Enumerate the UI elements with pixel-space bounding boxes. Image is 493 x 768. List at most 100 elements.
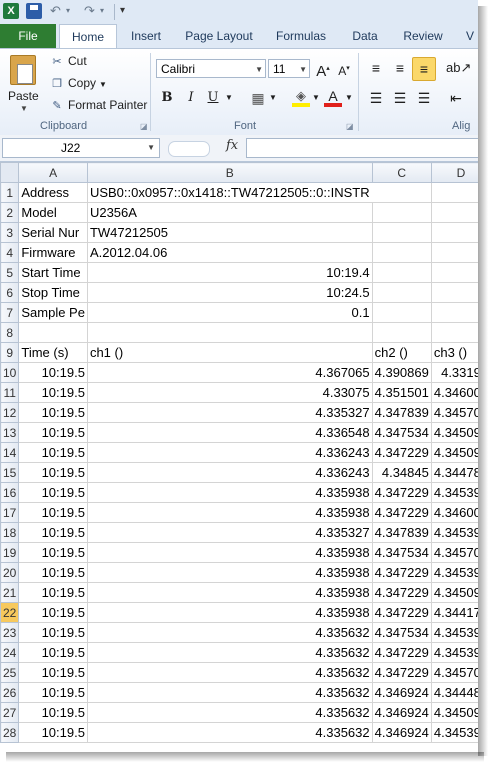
cell-a23[interactable]: 10:19.5: [18, 622, 88, 643]
cell-c4[interactable]: [371, 242, 432, 263]
cell-d17[interactable]: 4.346008: [430, 502, 478, 523]
cell-b8[interactable]: [86, 322, 373, 343]
underline-dropdown-icon[interactable]: ▼: [224, 89, 234, 107]
undo-icon[interactable]: ↶: [50, 3, 61, 19]
column-header-b[interactable]: B: [86, 162, 373, 183]
cell-b6[interactable]: 10:24.5: [86, 282, 373, 303]
align-left-icon[interactable]: ☰: [366, 89, 386, 107]
fill-color-icon[interactable]: ◈: [292, 87, 310, 107]
cell-a1[interactable]: Address: [18, 182, 88, 203]
cell-d10[interactable]: 4.33197: [430, 362, 478, 383]
align-center-icon[interactable]: ☰: [390, 89, 410, 107]
cell-c27[interactable]: 4.346924: [371, 702, 432, 723]
row-header[interactable]: 25: [0, 662, 20, 683]
cell-d27[interactable]: 4.345093: [430, 702, 478, 723]
save-icon[interactable]: [26, 3, 42, 19]
cell-c7[interactable]: [371, 302, 432, 323]
cell-c10[interactable]: 4.390869: [371, 362, 432, 383]
cell-b20[interactable]: 4.335938: [86, 562, 373, 583]
cell-d3[interactable]: [430, 222, 478, 243]
cell-a21[interactable]: 10:19.5: [18, 582, 88, 603]
row-header[interactable]: 11: [0, 382, 20, 403]
cell-b17[interactable]: 4.335938: [86, 502, 373, 523]
cell-d14[interactable]: 4.345093: [430, 442, 478, 463]
cell-c9[interactable]: ch2 (): [371, 342, 432, 363]
cell-c23[interactable]: 4.347534: [371, 622, 432, 643]
cell-b4[interactable]: A.2012.04.06: [86, 242, 373, 263]
cell-a11[interactable]: 10:19.5: [18, 382, 88, 403]
underline-icon[interactable]: U: [206, 89, 220, 107]
font-dialog-launcher-icon[interactable]: ◪: [346, 122, 354, 131]
format-painter-button[interactable]: ✎ Format Painter: [50, 96, 147, 114]
paste-dropdown-icon[interactable]: ▼: [20, 104, 28, 113]
cell-a25[interactable]: 10:19.5: [18, 662, 88, 683]
row-header[interactable]: 10: [0, 362, 20, 383]
cell-c25[interactable]: 4.347229: [371, 662, 432, 683]
cell-b24[interactable]: 4.335632: [86, 642, 373, 663]
font-color-dropdown-icon[interactable]: ▼: [344, 89, 354, 107]
row-header[interactable]: 15: [0, 462, 20, 483]
cell-c19[interactable]: 4.347534: [371, 542, 432, 563]
cell-a10[interactable]: 10:19.5: [18, 362, 88, 383]
cell-c18[interactable]: 4.347839: [371, 522, 432, 543]
cell-c14[interactable]: 4.347229: [371, 442, 432, 463]
cell-b5[interactable]: 10:19.4: [86, 262, 373, 283]
cell-c13[interactable]: 4.347534: [371, 422, 432, 443]
cell-a13[interactable]: 10:19.5: [18, 422, 88, 443]
copy-dropdown-icon[interactable]: ▼: [99, 80, 107, 89]
cell-c28[interactable]: 4.346924: [371, 722, 432, 743]
tab-view[interactable]: V: [462, 24, 478, 48]
tab-data[interactable]: Data: [344, 24, 386, 48]
cell-d12[interactable]: 4.345703: [430, 402, 478, 423]
cell-d8[interactable]: [430, 322, 478, 343]
cell-a20[interactable]: 10:19.5: [18, 562, 88, 583]
cell-c6[interactable]: [371, 282, 432, 303]
cell-b10[interactable]: 4.367065: [86, 362, 373, 383]
cell-a16[interactable]: 10:19.5: [18, 482, 88, 503]
cell-d15[interactable]: 4.344788: [430, 462, 478, 483]
row-header[interactable]: 5: [0, 262, 20, 283]
cell-b28[interactable]: 4.335632: [86, 722, 373, 743]
row-header[interactable]: 21: [0, 582, 20, 603]
formula-input[interactable]: [246, 138, 478, 158]
cell-a2[interactable]: Model: [18, 202, 88, 223]
cell-d4[interactable]: [430, 242, 478, 263]
row-header[interactable]: 3: [0, 222, 20, 243]
cell-a24[interactable]: 10:19.5: [18, 642, 88, 663]
name-box[interactable]: J22 ▼: [2, 138, 160, 158]
cell-a22[interactable]: 10:19.5: [18, 602, 88, 623]
cell-d6[interactable]: [430, 282, 478, 303]
cell-a6[interactable]: Stop Time: [18, 282, 88, 303]
cell-a5[interactable]: Start Time: [18, 262, 88, 283]
cell-c8[interactable]: [371, 322, 432, 343]
cell-d28[interactable]: 4.345398: [430, 722, 478, 743]
insert-function-icon[interactable]: fx: [226, 138, 238, 153]
cell-c11[interactable]: 4.351501: [371, 382, 432, 403]
font-color-icon[interactable]: A: [324, 87, 342, 107]
cell-b2[interactable]: U2356A: [86, 202, 373, 223]
row-header[interactable]: 23: [0, 622, 20, 643]
cell-d7[interactable]: [430, 302, 478, 323]
cell-d25[interactable]: 4.345703: [430, 662, 478, 683]
select-all-corner[interactable]: [0, 162, 20, 183]
borders-dropdown-icon[interactable]: ▼: [268, 89, 278, 107]
row-header[interactable]: 8: [0, 322, 20, 343]
row-header[interactable]: 9: [0, 342, 20, 363]
row-header[interactable]: 2: [0, 202, 20, 223]
cell-b12[interactable]: 4.335327: [86, 402, 373, 423]
tab-home[interactable]: Home: [59, 24, 117, 50]
cell-c22[interactable]: 4.347229: [371, 602, 432, 623]
bold-icon[interactable]: B: [160, 89, 174, 107]
cell-c24[interactable]: 4.347229: [371, 642, 432, 663]
cell-c20[interactable]: 4.347229: [371, 562, 432, 583]
cell-b13[interactable]: 4.336548: [86, 422, 373, 443]
cell-d23[interactable]: 4.345398: [430, 622, 478, 643]
customize-toolbar-icon[interactable]: ▾: [120, 3, 125, 19]
cell-b21[interactable]: 4.335938: [86, 582, 373, 603]
cell-d18[interactable]: 4.345398: [430, 522, 478, 543]
borders-icon[interactable]: ▦: [250, 89, 266, 107]
decrease-indent-icon[interactable]: ⇤: [446, 89, 466, 107]
cell-c26[interactable]: 4.346924: [371, 682, 432, 703]
tab-page-layout[interactable]: Page Layout: [180, 24, 258, 48]
row-header[interactable]: 20: [0, 562, 20, 583]
